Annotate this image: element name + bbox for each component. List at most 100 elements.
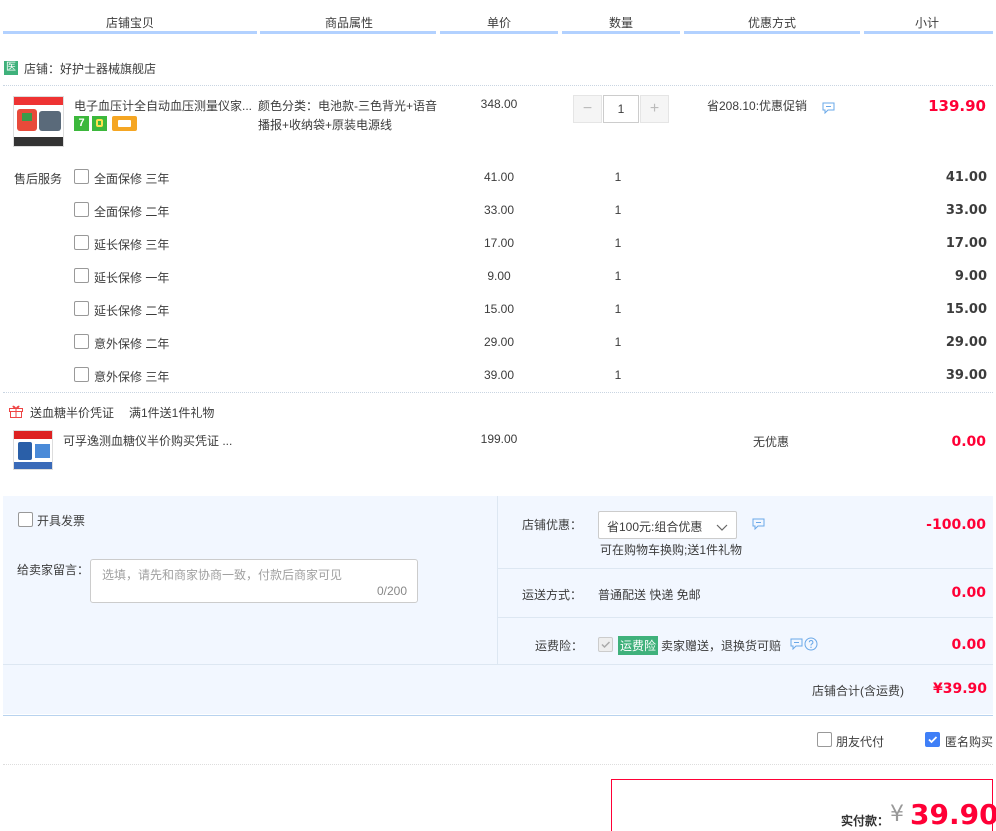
service-subtotal: 33.00: [945, 203, 987, 218]
gift-item-title[interactable]: 可孚逸测血糖仪半价购买凭证 ...: [63, 432, 232, 449]
service-name: 延长保修 一年: [94, 271, 170, 285]
gift-price: 199.00: [480, 432, 518, 446]
shipping-method: 普通配送 快递 免邮: [598, 588, 701, 602]
header-underline: [260, 31, 436, 34]
service-checkbox[interactable]: [74, 202, 89, 217]
divider: [3, 664, 993, 665]
service-subtotal: 29.00: [945, 335, 987, 350]
product-attribute: 颜色分类：电池款-三色背光+语音播报+收纳袋+原装电源线: [258, 99, 438, 132]
divider: [3, 85, 993, 86]
quantity-input[interactable]: 1: [603, 95, 639, 123]
gift-discount: 无优惠: [753, 435, 790, 449]
service-price: 41.00: [483, 170, 515, 184]
service-qty: 1: [614, 203, 622, 217]
shop-discount-label: 店铺优惠：: [522, 518, 583, 532]
service-price: 39.00: [483, 368, 515, 382]
anonymous-checkbox[interactable]: [925, 732, 940, 747]
product-subtotal: 139.90: [928, 97, 986, 115]
payment-label: 实付款：: [841, 814, 890, 828]
service-name: 意外保修 二年: [94, 337, 170, 351]
header-underline: [562, 31, 680, 34]
insurance-desc: 卖家赠送，退换货可赔: [661, 639, 782, 653]
friend-pay-checkbox[interactable]: [817, 732, 832, 747]
help-icon[interactable]: [804, 637, 818, 654]
chevron-down-icon: [716, 521, 728, 535]
service-checkbox[interactable]: [74, 268, 89, 283]
col-subtotal-header: 小计: [914, 16, 939, 30]
insurance-label: 运费险：: [535, 639, 584, 653]
service-qty: 1: [614, 302, 622, 316]
increase-button[interactable]: +: [640, 95, 669, 123]
col-attr-header: 商品属性: [324, 16, 373, 30]
message-input[interactable]: 选填，请先和商家协商一致，付款后商家可见 0/200: [90, 559, 418, 603]
divider: [3, 392, 993, 393]
service-name: 全面保修 二年: [94, 205, 170, 219]
service-row: 意外保修 三年 39.00 1 39.00: [0, 367, 996, 401]
service-subtotal: 41.00: [945, 170, 987, 185]
quantity-stepper[interactable]: − 1 +: [573, 95, 669, 123]
message-label: 给卖家留言：: [17, 563, 90, 577]
insurance-amount: 0.00: [951, 637, 986, 653]
service-checkbox[interactable]: [74, 169, 89, 184]
divider: [498, 617, 993, 618]
shop-total-amount: ¥39.90: [932, 681, 987, 697]
service-price: 9.00: [487, 269, 511, 283]
service-subtotal: 17.00: [945, 236, 987, 251]
product-price: 348.00: [480, 97, 518, 111]
gift-subtotal: 0.00: [951, 434, 986, 450]
service-name: 意外保修 三年: [94, 370, 170, 384]
service-price: 15.00: [483, 302, 515, 316]
product-discount: 省208.10:优惠促销: [707, 99, 808, 113]
service-row: 延长保修 二年 15.00 1 15.00: [0, 301, 996, 335]
shop-discount-select[interactable]: 省100元:组合优惠: [598, 511, 737, 539]
header-underline: [440, 31, 558, 34]
message-bubble-icon[interactable]: [752, 518, 765, 533]
product-thumbnail[interactable]: [13, 96, 64, 147]
shop-type-badge: 医: [4, 61, 18, 75]
divider: [498, 568, 993, 569]
divider: [3, 715, 993, 716]
card-pay-icon: [112, 116, 137, 131]
shop-discount-amount: -100.00: [926, 517, 986, 533]
message-bubble-icon[interactable]: [790, 638, 803, 653]
service-row: 意外保修 二年 29.00 1 29.00: [0, 334, 996, 368]
service-subtotal: 39.00: [945, 368, 987, 383]
divider: [497, 496, 498, 664]
decrease-button[interactable]: −: [573, 95, 602, 123]
product-title[interactable]: 电子血压计全自动血压测量仪家...: [74, 97, 254, 114]
service-row: 全面保修 二年 33.00 1 33.00: [0, 202, 996, 236]
service-qty: 1: [614, 236, 622, 250]
gift-thumbnail[interactable]: [13, 430, 53, 470]
service-checkbox[interactable]: [74, 235, 89, 250]
service-qty: 1: [614, 335, 622, 349]
service-checkbox[interactable]: [74, 367, 89, 382]
invoice-label: 开具发票: [37, 514, 86, 528]
col-discount-header: 优惠方式: [747, 16, 796, 30]
shop-total-label: 店铺合计(含运费): [812, 684, 904, 698]
message-placeholder: 选填，请先和商家协商一致，付款后商家可见: [102, 568, 343, 582]
gift-rule: 满1件送1件礼物: [129, 406, 215, 420]
service-name: 全面保修 三年: [94, 172, 170, 186]
col-qty-header: 数量: [608, 16, 633, 30]
service-row: 延长保修 一年 9.00 1 9.00: [0, 268, 996, 302]
service-row: 全面保修 三年 41.00 1 41.00: [0, 169, 996, 203]
service-checkbox[interactable]: [74, 301, 89, 316]
payment-amount: 39.90: [910, 798, 996, 831]
invoice-checkbox[interactable]: [18, 512, 33, 527]
service-row: 延长保修 三年 17.00 1 17.00: [0, 235, 996, 269]
service-name: 延长保修 三年: [94, 238, 170, 252]
shop-name[interactable]: 店铺：好护士器械旗舰店: [24, 60, 156, 77]
insurance-checkbox: [598, 637, 613, 652]
service-price: 17.00: [483, 236, 515, 250]
header-underline: [3, 31, 257, 34]
friend-pay-label: 朋友代付: [836, 735, 885, 749]
service-price: 29.00: [483, 335, 515, 349]
message-counter: 0/200: [376, 584, 407, 598]
header-underline: [864, 31, 993, 34]
service-checkbox[interactable]: [74, 334, 89, 349]
message-bubble-icon[interactable]: [822, 102, 835, 117]
shop-discount-note: 可在购物车换购;送1件礼物: [600, 543, 743, 557]
payment-summary: 实付款： ¥ 39.90: [611, 779, 996, 831]
shipping-label: 运送方式：: [522, 588, 583, 602]
payment-currency: ¥: [890, 802, 904, 827]
